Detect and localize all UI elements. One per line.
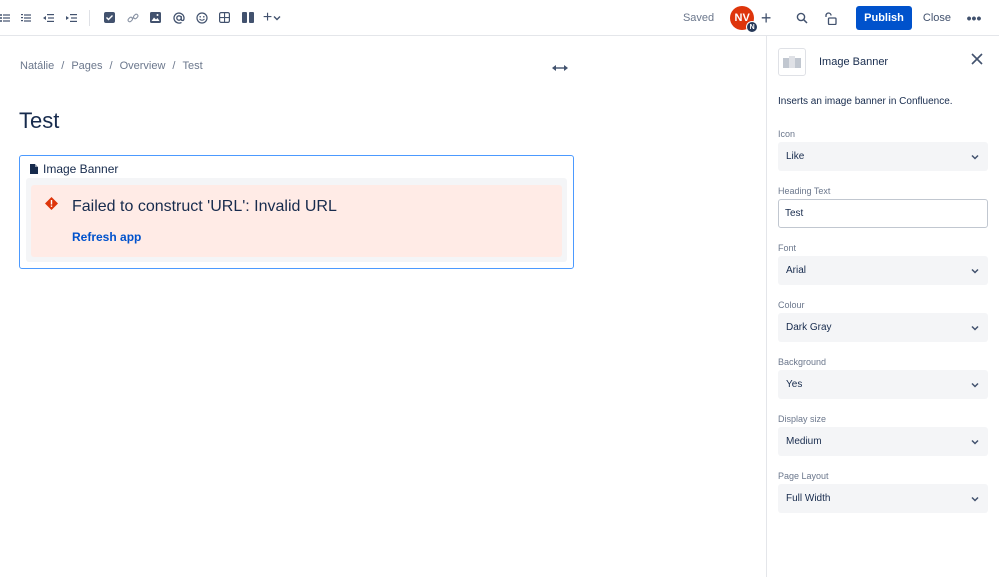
mention-icon[interactable] <box>167 6 190 30</box>
field-label: Colour <box>778 300 805 310</box>
breadcrumb-separator: / <box>172 60 176 72</box>
select-value: Full Width <box>786 493 831 504</box>
select-value: Like <box>786 151 805 162</box>
plus-icon: + <box>760 7 772 28</box>
insert-more-button[interactable]: + <box>259 6 285 30</box>
plus-icon: + <box>262 8 273 26</box>
search-icon <box>796 12 808 24</box>
save-status: Saved <box>682 12 715 24</box>
expand-width-icon <box>552 65 568 71</box>
field-label: Heading Text <box>778 186 831 196</box>
toolbar-divider <box>89 9 90 26</box>
action-item-icon[interactable] <box>98 6 121 30</box>
error-icon <box>45 197 58 210</box>
panel-title: Image Banner <box>819 56 889 68</box>
image-icon[interactable] <box>144 6 167 30</box>
chevron-down-icon <box>971 154 979 160</box>
field-label: Icon <box>778 129 796 139</box>
indent-icon[interactable] <box>60 6 83 30</box>
select-value: Yes <box>786 379 803 390</box>
page-layout-select[interactable]: Full Width <box>778 484 988 513</box>
select-value: Medium <box>786 436 822 447</box>
refresh-app-link[interactable]: Refresh app <box>72 230 141 244</box>
chevron-down-icon <box>971 382 979 388</box>
chevron-down-icon <box>971 439 979 445</box>
close-button[interactable]: Close <box>923 12 951 24</box>
field-colour: Colour Dark Gray <box>778 300 988 342</box>
field-label: Display size <box>778 414 827 424</box>
image-banner-macro[interactable]: Image Banner Failed to construct 'URL': … <box>19 155 574 269</box>
macro-config-panel: Image Banner Inserts an image banner in … <box>766 36 999 577</box>
field-display-size: Display size Medium <box>778 414 988 456</box>
field-background: Background Yes <box>778 357 988 399</box>
field-page-layout: Page Layout Full Width <box>778 471 988 513</box>
field-label: Background <box>778 357 827 367</box>
chevron-down-icon <box>971 268 979 274</box>
chevron-down-icon <box>273 15 281 20</box>
icon-select[interactable]: Like <box>778 142 988 171</box>
image-banner-icon <box>778 48 806 76</box>
bullet-list-icon[interactable] <box>0 6 14 30</box>
select-value: Arial <box>786 265 807 276</box>
breadcrumb-separator: / <box>109 60 113 72</box>
unlock-icon <box>824 11 837 25</box>
table-icon[interactable] <box>213 6 236 30</box>
breadcrumb: Natálie / Pages / Overview / Test <box>20 60 203 72</box>
toolbar-icons: + <box>0 0 285 36</box>
background-select[interactable]: Yes <box>778 370 988 399</box>
publish-button[interactable]: Publish <box>856 6 912 30</box>
restrictions-button[interactable] <box>818 6 842 30</box>
colour-select[interactable]: Dark Gray <box>778 313 988 342</box>
more-options-icon[interactable]: ••• <box>963 10 985 26</box>
numbered-list-icon[interactable] <box>14 6 37 30</box>
field-label: Page Layout <box>778 471 829 481</box>
font-select[interactable]: Arial <box>778 256 988 285</box>
field-icon: Icon Like <box>778 129 988 171</box>
outdent-icon[interactable] <box>37 6 60 30</box>
chevron-down-icon <box>971 325 979 331</box>
error-title: Failed to construct 'URL': Invalid URL <box>72 198 337 215</box>
heading-text-input[interactable]: Test <box>778 199 988 228</box>
avatar[interactable]: NV N <box>730 6 759 33</box>
chevron-down-icon <box>971 496 979 502</box>
breadcrumb-item[interactable]: Natálie <box>20 60 54 72</box>
close-icon[interactable] <box>969 51 985 67</box>
layouts-icon[interactable] <box>236 6 259 30</box>
breadcrumb-item[interactable]: Overview <box>120 60 166 72</box>
field-heading-text: Heading Text Test <box>778 186 988 228</box>
invite-button[interactable]: + <box>756 8 776 28</box>
macro-title: Image Banner <box>43 162 119 176</box>
find-replace-button[interactable] <box>790 6 814 30</box>
field-label: Font <box>778 243 797 253</box>
breadcrumb-item[interactable]: Pages <box>71 60 102 72</box>
emoji-icon[interactable] <box>190 6 213 30</box>
avatar-badge: N <box>746 21 759 33</box>
display-size-select[interactable]: Medium <box>778 427 988 456</box>
toolbar-right: Saved NV N + Publish Close ••• <box>683 0 999 36</box>
page-title[interactable]: Test <box>19 108 59 134</box>
breadcrumb-separator: / <box>61 60 65 72</box>
editor-toolbar: + Saved NV N + Publish Close ••• <box>0 0 999 36</box>
page-width-toggle[interactable] <box>552 60 568 75</box>
document-icon <box>30 164 38 174</box>
panel-description: Inserts an image banner in Confluence. <box>778 96 953 107</box>
error-message: Failed to construct 'URL': Invalid URL R… <box>31 185 562 257</box>
select-value: Dark Gray <box>786 322 832 333</box>
breadcrumb-item[interactable]: Test <box>182 60 202 72</box>
link-icon[interactable] <box>121 6 144 30</box>
field-font: Font Arial <box>778 243 988 285</box>
macro-header: Image Banner <box>30 162 118 176</box>
